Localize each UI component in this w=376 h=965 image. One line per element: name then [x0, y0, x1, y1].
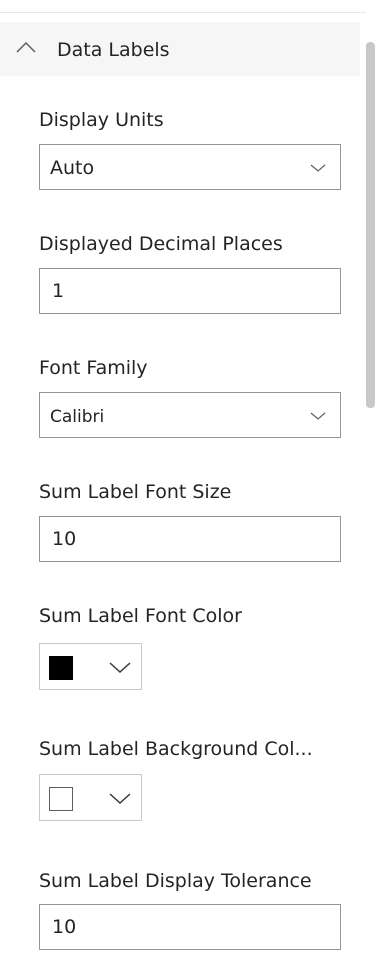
section-title: Data Labels	[57, 39, 170, 61]
sum-font-size-input[interactable]	[40, 517, 340, 561]
sum-font-size-label: Sum Label Font Size	[39, 481, 232, 503]
data-labels-section-header[interactable]: Data Labels	[0, 22, 360, 76]
decimal-places-input[interactable]	[40, 269, 340, 313]
color-swatch	[49, 656, 73, 680]
sum-bg-color-label: Sum Label Background Col...	[39, 738, 313, 760]
chevron-down-icon	[310, 412, 326, 420]
sum-bg-color-picker[interactable]	[39, 774, 142, 821]
sum-font-size-field	[39, 516, 341, 562]
chevron-down-icon	[109, 662, 131, 674]
sum-tolerance-field	[39, 904, 341, 950]
sum-tolerance-label: Sum Label Display Tolerance	[39, 870, 312, 892]
decimal-places-label: Displayed Decimal Places	[39, 233, 283, 255]
chevron-down-icon	[109, 793, 131, 805]
chevron-down-icon	[310, 164, 326, 172]
display-units-label: Display Units	[39, 109, 164, 131]
chevron-up-icon	[16, 41, 36, 53]
sum-font-color-label: Sum Label Font Color	[39, 605, 242, 627]
font-family-dropdown[interactable]: Calibri	[39, 392, 341, 438]
font-family-value: Calibri	[50, 407, 105, 427]
color-swatch	[49, 787, 73, 811]
display-units-value: Auto	[50, 157, 95, 179]
scrollbar-thumb[interactable]	[366, 42, 375, 408]
font-family-label: Font Family	[39, 357, 148, 379]
sum-tolerance-input[interactable]	[40, 905, 340, 949]
decimal-places-field	[39, 268, 341, 314]
sum-font-color-picker[interactable]	[39, 643, 142, 690]
divider	[0, 12, 366, 13]
format-pane: Data Labels Display Units Auto Displayed…	[0, 0, 376, 965]
display-units-dropdown[interactable]: Auto	[39, 144, 341, 190]
